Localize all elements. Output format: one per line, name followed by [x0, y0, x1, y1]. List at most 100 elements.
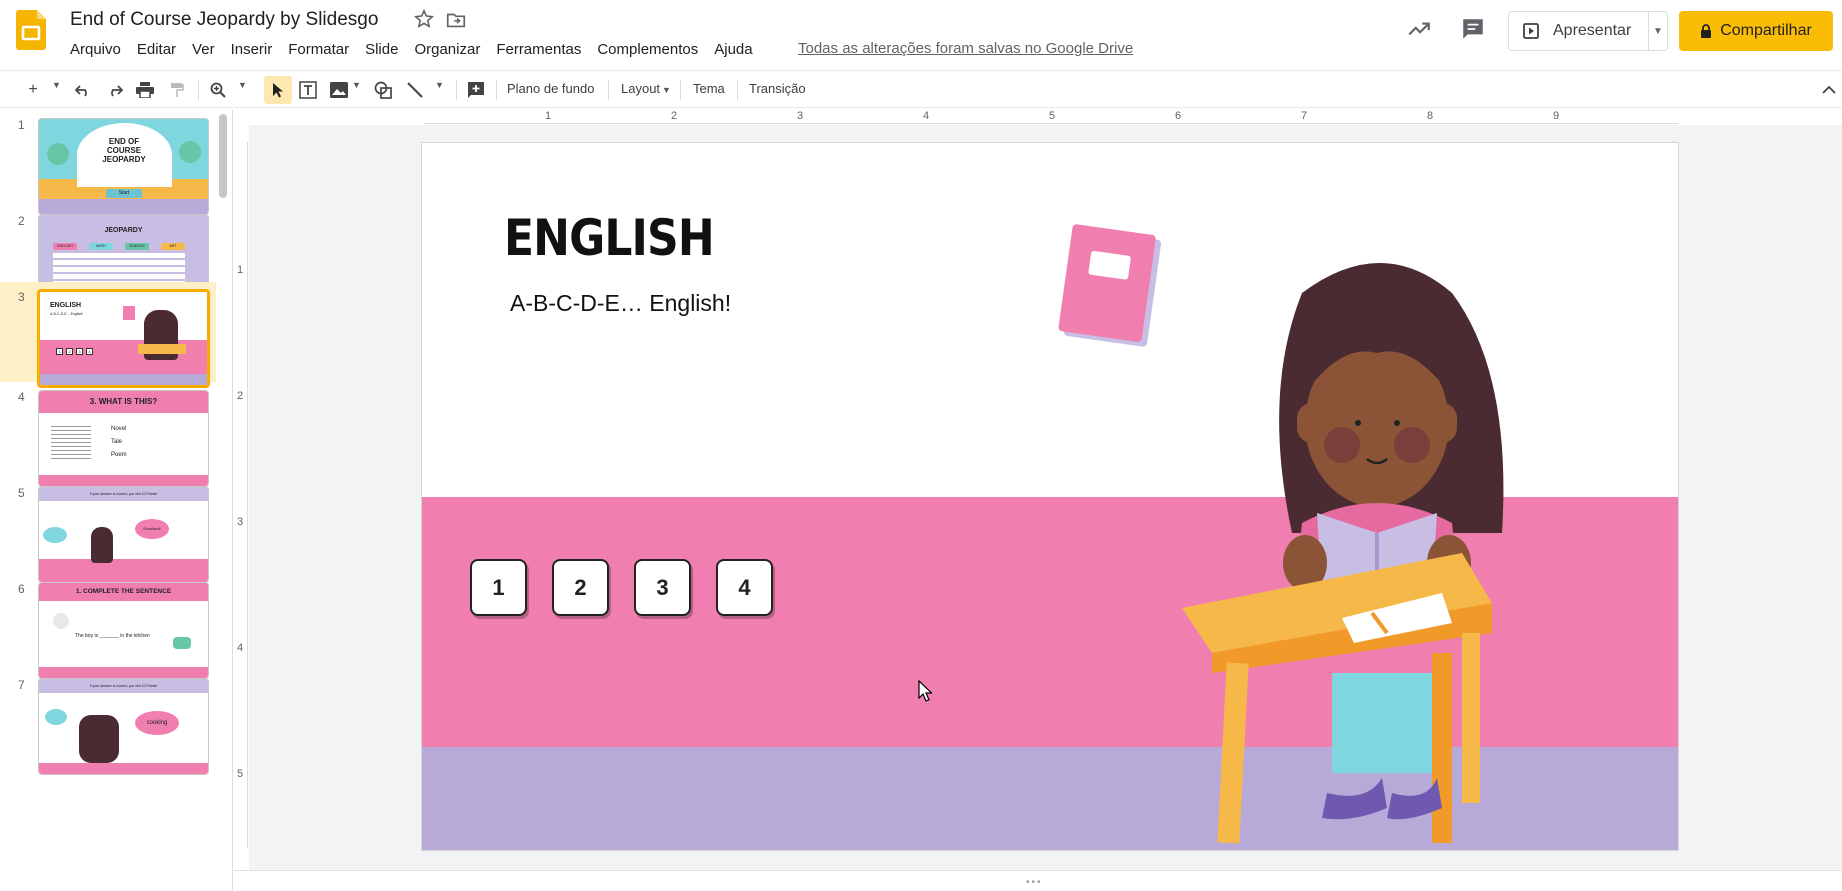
slide-number: 2 [18, 214, 25, 228]
speaker-notes-splitter[interactable]: ••• [234, 870, 1842, 891]
question-button-4[interactable]: 4 [716, 559, 773, 616]
menu-complementos[interactable]: Complementos [589, 40, 706, 60]
thumb-column: SCIENCE [125, 243, 149, 250]
toolbar-divider [608, 80, 609, 100]
star-icon[interactable] [413, 8, 435, 30]
thumb-num-button: 1 [56, 348, 63, 355]
menu-ver[interactable]: Ver [184, 40, 223, 60]
toolbar-divider [496, 80, 497, 100]
filmstrip-scrollbar[interactable] [219, 114, 227, 198]
thumb-title: 1. COMPLETE THE SENTENCE [39, 583, 208, 601]
move-to-folder-icon[interactable] [445, 9, 467, 31]
menu-ajuda[interactable]: Ajuda [706, 40, 760, 60]
vertical-ruler[interactable]: 1 2 3 4 5 [236, 142, 248, 848]
theme-button[interactable]: Tema [693, 81, 725, 96]
slide-subtitle[interactable]: A-B-C-D-E… English! [510, 290, 731, 317]
question-button-2[interactable]: 2 [552, 559, 609, 616]
new-slide-caret-icon[interactable]: ▼ [52, 80, 61, 90]
header-bar: End of Course Jeopardy by Slidesgo Arqui… [0, 0, 1842, 66]
thumb-column: ART [161, 243, 185, 250]
slide-number: 4 [18, 390, 25, 404]
line-icon[interactable] [404, 79, 426, 101]
ruler-number: 8 [1427, 110, 1434, 122]
transition-button[interactable]: Transição [749, 81, 806, 96]
toolbar-divider [456, 80, 457, 100]
filmstrip-slide-7[interactable]: 7 If your answer is correct, you win 10 … [0, 670, 216, 782]
menu-editar[interactable]: Editar [129, 40, 184, 60]
question-button-1[interactable]: 1 [470, 559, 527, 616]
zoom-caret-icon[interactable]: ▼ [238, 80, 247, 90]
ruler-number: 4 [923, 110, 930, 122]
menu-slide[interactable]: Slide [357, 40, 406, 60]
ruler-number: 1 [237, 264, 244, 276]
menu-inserir[interactable]: Inserir [223, 40, 281, 60]
slide-filmstrip: 1 END OF COURSE JEOPARDY Start 2 JEOPARD… [0, 110, 233, 891]
slide-thumbnail[interactable]: If your answer is correct, you win 10 Po… [38, 486, 209, 583]
zoom-icon[interactable] [207, 79, 229, 101]
slide-thumbnail[interactable]: 1. COMPLETE THE SENTENCE The boy is ____… [38, 582, 209, 679]
thumb-title: JEOPARDY [104, 227, 143, 234]
comment-icon[interactable] [1460, 16, 1486, 42]
thumb-column: MATH [89, 243, 113, 250]
ruler-number: 3 [797, 110, 804, 122]
toolbar-divider [198, 80, 199, 100]
image-icon[interactable] [328, 79, 350, 101]
slide-number: 7 [18, 678, 25, 692]
present-icon [1523, 23, 1539, 39]
slide-title[interactable]: ENGLISH [504, 209, 715, 267]
thumb-title: If your answer is correct, you win 10 Po… [39, 487, 208, 501]
slide-thumbnail[interactable]: ENGLISH A-B-C-D-E... English! 1 2 3 4 [37, 289, 210, 388]
slide-thumbnail[interactable]: 3. WHAT IS THIS? Novel Tale Poem [38, 390, 209, 487]
ruler-number: 9 [1553, 110, 1560, 122]
redo-icon[interactable] [104, 79, 126, 101]
layout-caret-icon[interactable]: ▼ [662, 85, 671, 95]
thumb-num-button: 2 [66, 348, 73, 355]
slide-canvas[interactable]: ENGLISH A-B-C-D-E… English! 1 2 3 4 [422, 143, 1678, 850]
slide-number: 1 [18, 118, 25, 132]
ruler-number: 5 [237, 768, 244, 780]
ruler-number: 3 [237, 516, 244, 528]
new-slide-plus-icon[interactable]: + [22, 79, 44, 101]
trend-icon[interactable] [1406, 16, 1432, 42]
menu-organizar[interactable]: Organizar [406, 40, 488, 60]
thumb-title: ENGLISH [50, 302, 82, 309]
slides-logo-icon[interactable] [16, 10, 46, 50]
shape-icon[interactable] [372, 79, 394, 101]
ruler-number: 1 [545, 110, 552, 122]
menu-arquivo[interactable]: Arquivo [62, 40, 129, 60]
slide-number: 3 [18, 290, 25, 304]
paint-format-icon[interactable] [166, 79, 188, 101]
question-button-3[interactable]: 3 [634, 559, 691, 616]
thumb-title: 3. WHAT IS THIS? [39, 391, 208, 413]
select-cursor-icon[interactable] [267, 79, 289, 101]
collapse-chevron-up-icon[interactable] [1818, 79, 1840, 101]
layout-button[interactable]: Layout [621, 81, 660, 96]
mouse-cursor-icon [918, 680, 932, 702]
horizontal-ruler[interactable]: 1 2 3 4 5 6 7 8 9 [424, 110, 1678, 124]
image-caret-icon[interactable]: ▼ [352, 80, 361, 90]
girl-reading-illustration[interactable] [1182, 233, 1562, 850]
background-button[interactable]: Plano de fundo [507, 81, 594, 96]
add-comment-icon[interactable] [465, 79, 487, 101]
save-status-link[interactable]: Todas as alterações foram salvas no Goog… [798, 40, 1133, 57]
document-title[interactable]: End of Course Jeopardy by Slidesgo [70, 9, 378, 31]
filmstrip-slide-3[interactable]: 3 ENGLISH A-B-C-D-E... English! 1 2 3 4 [0, 282, 216, 388]
present-button[interactable]: Apresentar [1509, 12, 1649, 50]
text-box-icon[interactable] [297, 79, 319, 101]
ruler-number: 2 [237, 390, 244, 402]
slide-thumbnail[interactable]: If your answer is correct, you win 10 Po… [38, 678, 209, 775]
thumb-column: ENGLISH [53, 243, 77, 250]
book-illustration[interactable] [1046, 223, 1166, 359]
present-dropdown-caret-icon[interactable]: ▼ [1649, 26, 1667, 37]
line-caret-icon[interactable]: ▼ [435, 80, 444, 90]
menu-ferramentas[interactable]: Ferramentas [488, 40, 589, 60]
thumb-num-button: 4 [86, 348, 93, 355]
slide-thumbnail[interactable]: END OF COURSE JEOPARDY Start [38, 118, 209, 215]
thumb-option: Poem [111, 452, 127, 458]
undo-icon[interactable] [72, 79, 94, 101]
thumb-option: Novel [111, 426, 127, 432]
share-button[interactable]: Compartilhar [1679, 11, 1833, 51]
drag-handle-icon[interactable]: ••• [1026, 877, 1043, 888]
menu-formatar[interactable]: Formatar [280, 40, 357, 60]
print-icon[interactable] [134, 79, 156, 101]
